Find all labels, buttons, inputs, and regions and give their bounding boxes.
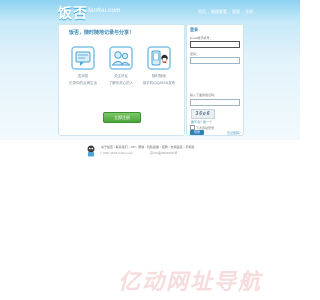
feature-friends-desc: 了解你关心的人 [108,81,134,85]
username-field[interactable] [190,41,240,48]
footer-mascot-icon [87,145,95,157]
message-icon [71,46,95,70]
footer-link-mobile[interactable]: 手机版 [184,145,195,149]
logo-main-text: 饭否 [58,5,88,21]
friends-icon [109,46,133,70]
footer-link-contact[interactable]: 联系我们 [115,145,129,149]
captcha-refresh-link[interactable]: 看不清？换一个 [191,120,212,124]
feature-mobile-title: 随时随地 [152,74,166,78]
feature-friends-title: 关注好友 [114,74,128,78]
footer-link-privacy[interactable]: 隐私政策 [146,145,160,149]
footer-icp: 京ICP备09000000号 [150,151,178,155]
footer-link-api[interactable]: API [130,145,137,149]
footer-copyright: © 2007-2025 fanfou.com [100,151,134,155]
feature-message-desc: 记录你的点滴生活 [69,81,97,85]
nav-item-browse[interactable]: 随便看看 [209,9,229,15]
slogan: 饭否，随时随地记录与分享！ [69,30,135,36]
logo-sub-text: fanfou.com [88,8,121,14]
mobile-im-icon [147,46,171,70]
login-title: 登录 [190,27,198,32]
footer-link-jobs[interactable]: 招聘 [161,145,169,149]
nav-item-search[interactable]: 搜索 [230,9,242,15]
nav-item-home[interactable]: 首页 [196,9,208,15]
intro-card: 饭否，随时随地记录与分享！ 发消息 记录你的点滴生活 关注好友 了解你关心的人 [58,24,185,136]
feature-friends: 关注好友 了解你关心的人 [103,44,139,86]
footer-link-friends[interactable]: 友情链接 [170,145,184,149]
footer-link-about[interactable]: 关于饭否 [100,145,114,149]
site-logo[interactable]: 饭否 fanfou.com [58,3,124,21]
footer: 关于饭否 | 联系我们 | API | 帮助 | 隐私政策 | 招聘 | 友情链… [86,144,216,160]
nav-item-register[interactable]: 注册 [243,9,255,15]
username-label: Email或手机号： [190,36,213,40]
login-button[interactable]: 登录 [190,130,204,135]
feature-mobile: 随时随地 用手机/QQ/MSN发布 [141,44,177,86]
captcha-label: 输入下面的验证码： [190,93,218,97]
top-nav: 首页 | 随便看看 | 搜索 | 注册 [196,7,255,17]
watermark: 亿动网址导航 [118,269,263,294]
footer-link-help[interactable]: 帮助 [137,145,145,149]
captcha-field[interactable] [190,99,240,106]
captcha-image: 36e6 [191,109,215,119]
login-panel: 登录 Email或手机号： 密码： 输入下面的验证码： 36e6 看不清？换一个… [186,24,244,136]
register-button[interactable]: 立即注册 [103,112,141,123]
feature-message-title: 发消息 [77,74,89,78]
password-field[interactable] [190,57,240,64]
password-label: 密码： [190,52,200,56]
forgot-password-link[interactable]: 忘记密码？ [227,131,242,135]
remember-label: 下次自动登录 [196,125,215,130]
footer-links: 关于饭否 | 联系我们 | API | 帮助 | 隐私政策 | 招聘 | 友情链… [100,145,195,149]
feature-mobile-desc: 用手机/QQ/MSN发布 [142,81,176,85]
feature-message: 发消息 记录你的点滴生活 [65,44,101,86]
